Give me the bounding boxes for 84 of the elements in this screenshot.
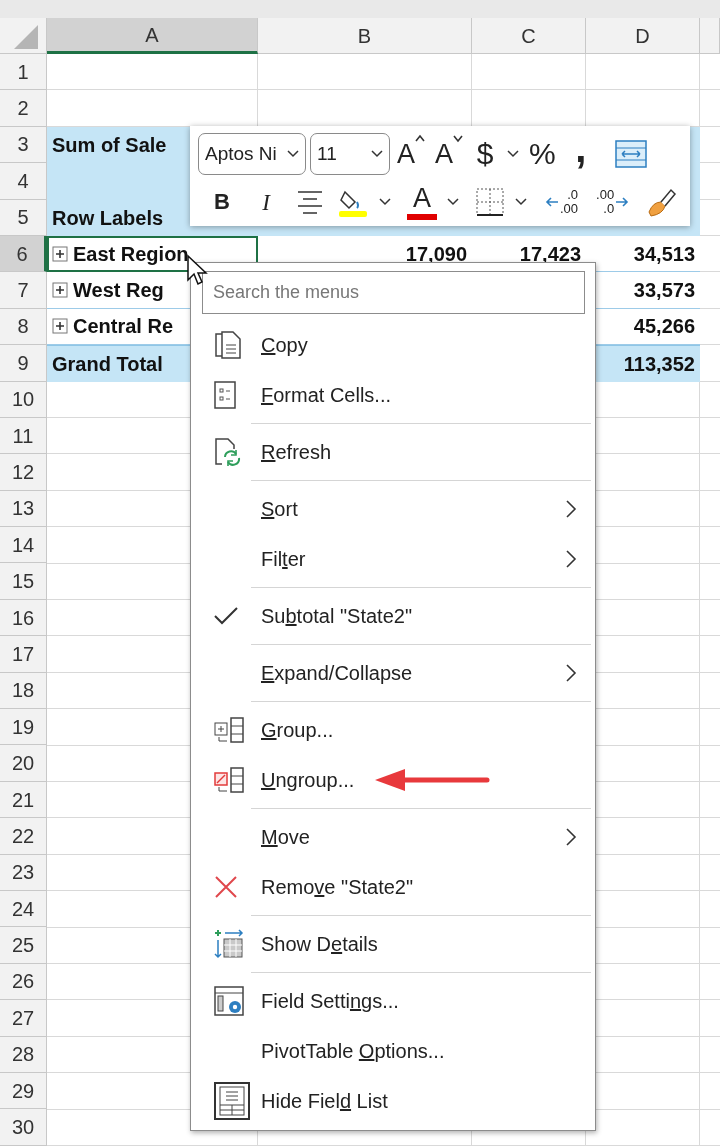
row-header[interactable]: 25 (0, 927, 47, 964)
increase-font-size-button[interactable]: A (394, 134, 428, 174)
chevron-down-icon (507, 150, 520, 158)
group-icon (213, 716, 245, 744)
decrease-font-size-button[interactable]: A (432, 134, 467, 174)
row-header[interactable]: 16 (0, 599, 47, 637)
table-cell-text: Central Re (73, 314, 174, 340)
row-header[interactable]: 27 (0, 1000, 47, 1037)
chevron-down-icon (379, 198, 391, 206)
menu-item[interactable]: Refresh (191, 427, 595, 477)
menu-item[interactable]: Ungroup... (191, 755, 595, 805)
table-cell-text: West Reg (73, 278, 164, 304)
settings-icon (213, 985, 245, 1017)
increase-decimal-button[interactable]: .00 .0 (593, 182, 633, 222)
refresh-icon (213, 437, 243, 467)
row-header[interactable]: 10 (0, 381, 47, 418)
row-header[interactable]: 17 (0, 636, 47, 673)
comma-style-button[interactable]: , (562, 134, 599, 174)
row-header[interactable]: 29 (0, 1072, 47, 1110)
row-header[interactable]: 5 (0, 199, 47, 236)
row-header[interactable]: 23 (0, 854, 47, 891)
menu-item[interactable]: Filter (191, 534, 595, 584)
remove-icon (213, 874, 239, 900)
details-icon (213, 928, 245, 960)
row-header[interactable]: 1 (0, 54, 47, 91)
expand-icon[interactable] (52, 282, 68, 299)
align-center-icon (296, 189, 324, 215)
row-header[interactable]: 20 (0, 745, 47, 782)
chevron-down-icon (371, 150, 383, 158)
row-header[interactable]: 18 (0, 672, 47, 710)
row-header[interactable]: 3 (0, 126, 47, 164)
column-header[interactable]: B (258, 18, 472, 54)
menu-item[interactable]: Group... (191, 705, 595, 755)
row-header[interactable]: 11 (0, 417, 47, 455)
row-header[interactable]: 26 (0, 963, 47, 1001)
percent-button[interactable]: % (526, 134, 559, 174)
copy-icon (213, 330, 243, 360)
row-header[interactable]: 14 (0, 527, 47, 564)
borders-icon (475, 187, 505, 217)
row-header[interactable]: 28 (0, 1036, 47, 1073)
menu-item[interactable]: PivotTable Options... (191, 1026, 595, 1076)
decrease-decimal-button[interactable]: .0 .00 (542, 182, 582, 222)
chevron-down-icon (287, 150, 299, 158)
expand-icon[interactable] (52, 245, 68, 262)
column-header[interactable]: D (586, 18, 700, 54)
row-header[interactable]: 15 (0, 563, 47, 600)
field-list-icon (213, 1081, 251, 1121)
row-header[interactable]: 22 (0, 818, 47, 855)
menu-item[interactable]: Expand/Collapse (191, 648, 595, 698)
menu-item[interactable]: Subtotal "State2" (191, 591, 595, 641)
menu-item[interactable]: Remove "State2" (191, 862, 595, 912)
row-header[interactable]: 13 (0, 490, 47, 528)
row-header[interactable]: 19 (0, 709, 47, 746)
expand-icon[interactable] (52, 318, 68, 335)
format-cells-icon (213, 380, 237, 410)
menu-item[interactable]: Move (191, 812, 595, 862)
row-header[interactable]: 6 (0, 235, 47, 273)
row-header[interactable]: 7 (0, 272, 47, 309)
row-header[interactable]: 2 (0, 90, 47, 127)
search-field[interactable]: Search the menus (202, 271, 585, 314)
table-cell-text: East Region (73, 241, 189, 267)
row-header[interactable]: 12 (0, 454, 47, 491)
column-header[interactable]: C (472, 18, 586, 54)
arrow-left-icon (545, 196, 559, 208)
row-header[interactable]: 24 (0, 891, 47, 928)
row-header[interactable]: 4 (0, 163, 47, 200)
font-name-dropdown[interactable]: Aptos Ni (198, 133, 306, 175)
column-header[interactable]: A (47, 18, 258, 54)
menu-item[interactable]: Show Details (191, 919, 595, 969)
chevron-down-icon (515, 198, 527, 206)
font-size-dropdown[interactable]: 11 (310, 133, 390, 175)
ungroup-icon (213, 766, 245, 794)
row-header[interactable]: 8 (0, 308, 47, 346)
row-header[interactable]: 21 (0, 781, 47, 819)
menu-item[interactable]: Sort (191, 484, 595, 534)
wrap-text-icon (613, 139, 648, 169)
chevron-down-icon (447, 198, 459, 206)
currency-button[interactable]: $ (470, 134, 501, 174)
arrow-right-icon (615, 196, 630, 208)
row-header[interactable]: 9 (0, 345, 47, 382)
font-color-button[interactable]: A (404, 182, 440, 222)
row-header[interactable]: 30 (0, 1109, 47, 1146)
menu-item[interactable]: Hide Field List (191, 1076, 595, 1126)
menu-item[interactable]: Field Settings... (191, 976, 595, 1026)
